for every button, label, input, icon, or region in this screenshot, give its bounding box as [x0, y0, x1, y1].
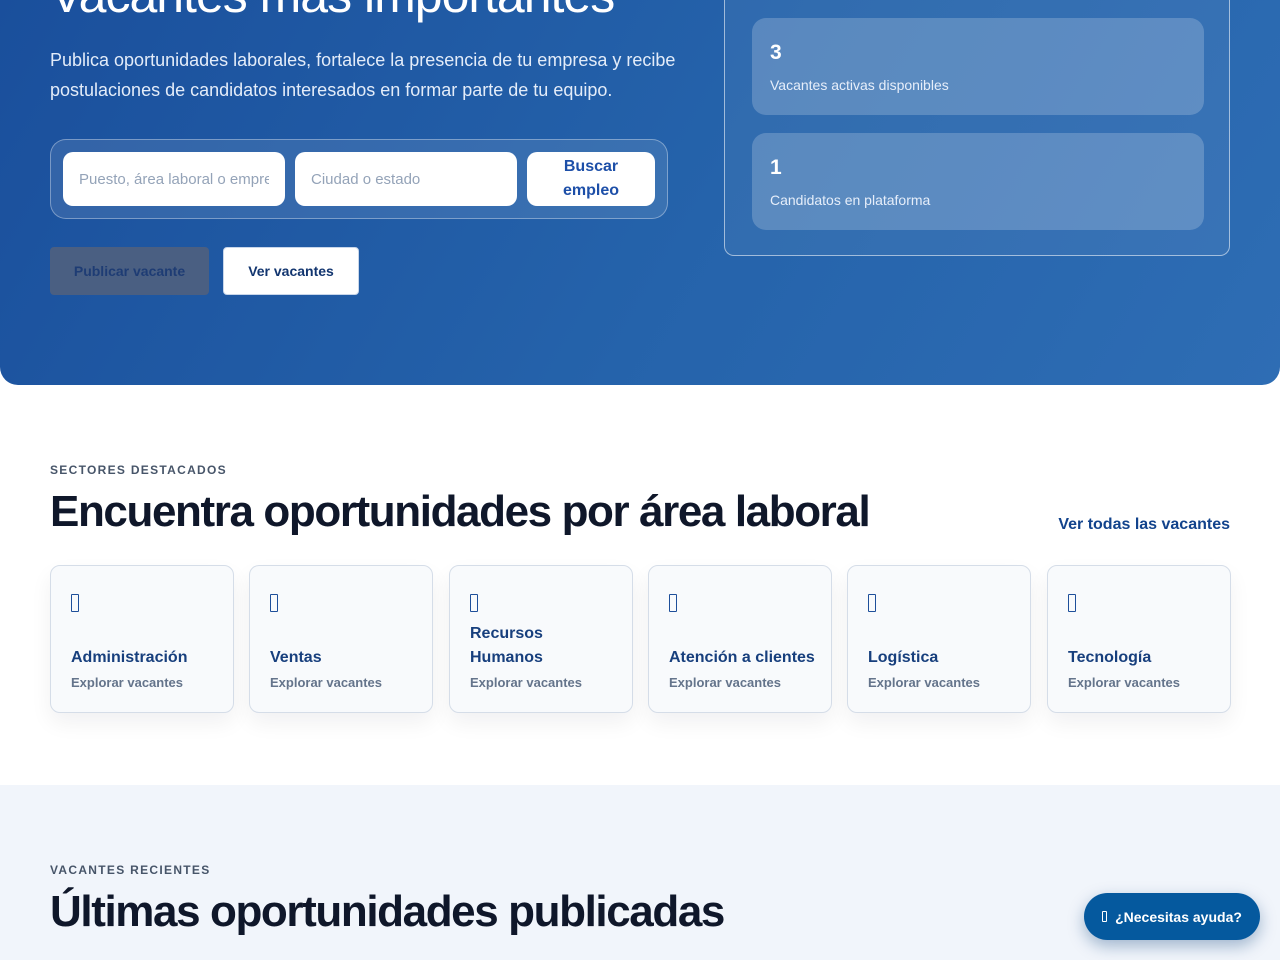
sector-name: Tecnología: [1068, 649, 1152, 666]
stat-label: Candidatos en plataforma: [770, 192, 931, 208]
sector-icon: [1068, 594, 1076, 612]
sector-card-ventas[interactable]: Ventas Explorar vacantes: [249, 565, 433, 713]
sector-icon: [270, 594, 278, 612]
explore-vacancies-link[interactable]: Explorar vacantes: [270, 675, 382, 690]
sector-card-atencion-clientes[interactable]: Atención a clientes Explorar vacantes: [648, 565, 832, 713]
sector-icon: [71, 594, 79, 612]
sector-card-logistica[interactable]: Logística Explorar vacantes: [847, 565, 1031, 713]
explore-vacancies-link[interactable]: Explorar vacantes: [470, 675, 582, 690]
view-vacancies-button[interactable]: Ver vacantes: [223, 247, 359, 295]
sector-card-tecnologia[interactable]: Tecnología Explorar vacantes: [1047, 565, 1231, 713]
job-search-bar: Buscar empleo: [50, 139, 668, 219]
see-all-vacancies-link[interactable]: Ver todas las vacantes: [1058, 516, 1230, 534]
hero-title: Vacantes más importantes: [50, 0, 615, 24]
help-label: ¿Necesitas ayuda?: [1115, 908, 1242, 925]
hero-section: Vacantes más importantes Publica oportun…: [0, 0, 1280, 385]
help-chat-button[interactable]: ¿Necesitas ayuda?: [1084, 893, 1260, 940]
sectors-eyebrow: SECTORES DESTACADOS: [50, 463, 227, 477]
sector-name: Recursos Humanos: [470, 625, 543, 666]
sector-icon: [669, 594, 677, 612]
explore-vacancies-link[interactable]: Explorar vacantes: [1068, 675, 1180, 690]
stat-label: Vacantes activas disponibles: [770, 77, 949, 93]
location-search-input[interactable]: [295, 152, 517, 206]
explore-vacancies-link[interactable]: Explorar vacantes: [868, 675, 980, 690]
stat-value: 1: [770, 156, 782, 179]
sector-card-recursos-humanos[interactable]: Recursos Humanos Explorar vacantes: [449, 565, 633, 713]
stat-card-candidates: 1 Candidatos en plataforma: [752, 133, 1204, 230]
recent-eyebrow: VACANTES RECIENTES: [50, 863, 211, 877]
stat-value: 3: [770, 41, 782, 64]
keyword-search-input[interactable]: [63, 152, 285, 206]
sector-name: Atención a clientes: [669, 649, 815, 666]
recent-title: Últimas oportunidades publicadas: [50, 887, 725, 936]
sector-name: Administración: [71, 649, 188, 666]
explore-vacancies-link[interactable]: Explorar vacantes: [669, 675, 781, 690]
sector-name: Ventas: [270, 649, 322, 666]
search-jobs-button[interactable]: Buscar empleo: [527, 152, 655, 206]
sector-icon: [868, 594, 876, 612]
publish-vacancy-button[interactable]: Publicar vacante: [50, 247, 209, 295]
sector-name: Logística: [868, 649, 939, 666]
sector-icon: [470, 594, 478, 612]
stats-panel: 3 Vacantes activas disponibles 1 Candida…: [724, 0, 1230, 256]
sector-card-administracion[interactable]: Administración Explorar vacantes: [50, 565, 234, 713]
sectors-title: Encuentra oportunidades por área laboral: [50, 487, 871, 536]
help-icon: [1102, 911, 1108, 922]
hero-subtitle: Publica oportunidades laborales, fortale…: [50, 50, 676, 100]
explore-vacancies-link[interactable]: Explorar vacantes: [71, 675, 183, 690]
stat-card-active-vacancies: 3 Vacantes activas disponibles: [752, 18, 1204, 115]
